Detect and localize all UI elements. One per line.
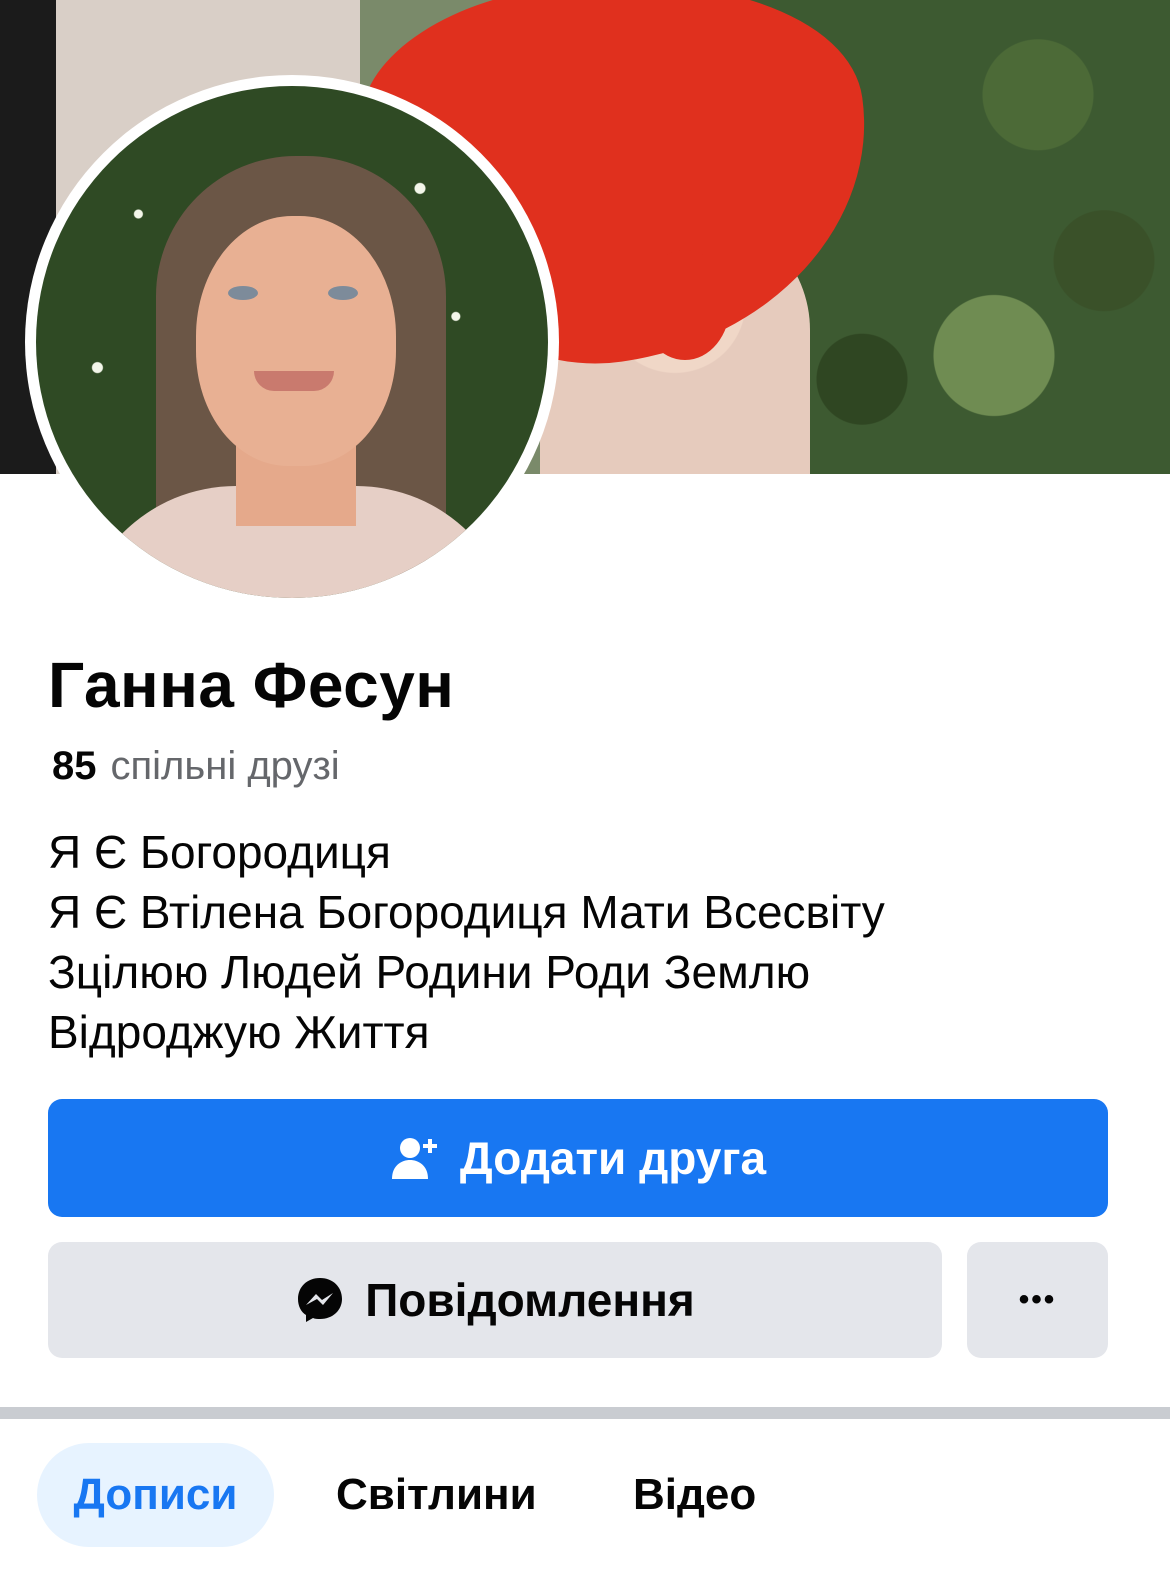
profile-tabs: Дописи Світлини Відео [0,1419,1170,1587]
section-divider [0,1407,1170,1419]
tab-posts[interactable]: Дописи [37,1443,274,1547]
profile-avatar[interactable] [36,86,548,598]
add-friend-button[interactable]: Додати друга [48,1099,1108,1217]
profile-bio: Я Є Богородиця Я Є Втілена Богородиця Ма… [48,822,885,1062]
mutual-friends-label: спільні друзі [110,744,340,788]
tab-videos[interactable]: Відео [633,1443,756,1547]
redaction-mark-tail [640,250,730,360]
bio-line: Зцілюю Людей Родини Роди Землю [48,946,811,998]
add-friend-label: Додати друга [459,1132,767,1184]
message-button[interactable]: Повідомлення [48,1242,942,1358]
message-label: Повідомлення [365,1274,695,1326]
mutual-friends-count: 85 [52,744,97,788]
more-icon: ••• [1018,1283,1057,1316]
messenger-icon [295,1275,345,1325]
bio-line: Я Є Втілена Богородиця Мати Всесвіту [48,886,885,938]
tab-photos[interactable]: Світлини [336,1443,537,1547]
avatar-mouth [254,371,334,391]
profile-name: Ганна Фесун [48,649,455,721]
more-button[interactable]: ••• [967,1242,1108,1358]
avatar-eye-right [328,286,358,300]
add-friend-icon [390,1133,440,1183]
avatar-face [196,216,396,466]
bio-line: Відроджую Життя [48,1006,430,1058]
avatar-eye-left [228,286,258,300]
mutual-friends[interactable]: 85 спільні друзі [52,744,340,789]
bio-line: Я Є Богородиця [48,826,391,878]
